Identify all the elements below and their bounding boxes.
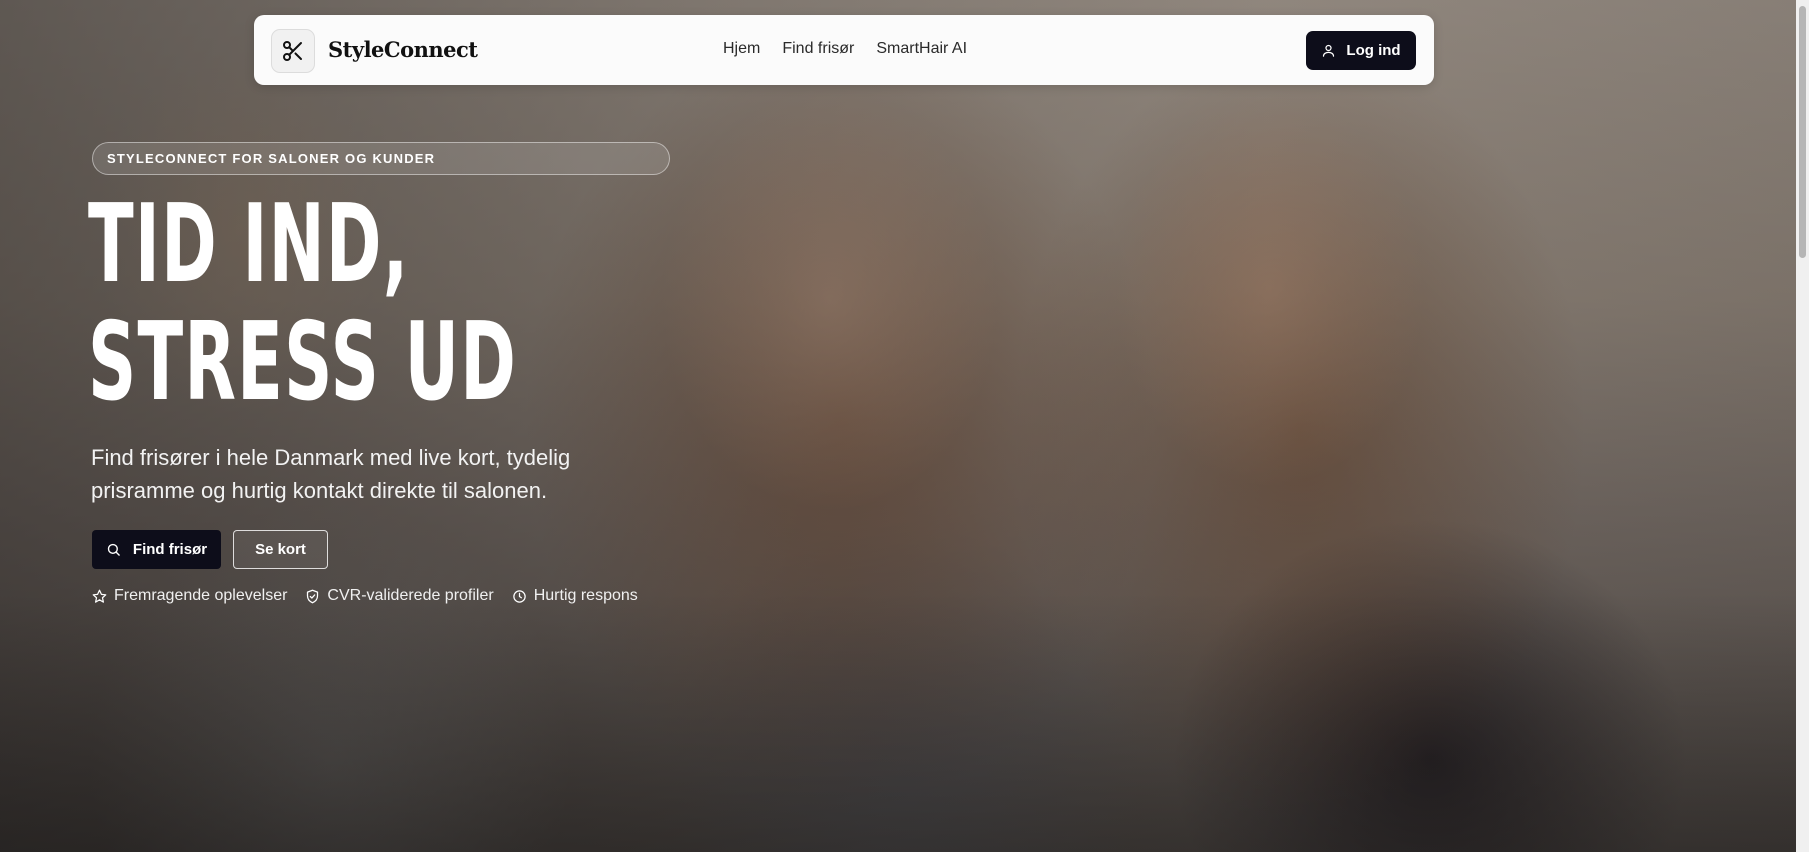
feature-item: CVR-validerede profiler xyxy=(305,587,494,605)
feature-item: Fremragende oplevelser xyxy=(92,587,287,605)
feature-label: Hurtig respons xyxy=(533,587,638,604)
nav-links: Hjem Find frisør SmartHair AI xyxy=(723,40,967,58)
nav-link-hjem[interactable]: Hjem xyxy=(723,40,760,58)
hero-headline-line-1: TID IND, xyxy=(88,182,410,307)
shield-check-icon xyxy=(305,589,320,604)
hero-subtitle: Find frisører i hele Danmark med live ko… xyxy=(91,445,571,503)
hero-overlay-bottom xyxy=(0,592,1809,852)
find-frisor-button[interactable]: Find frisør xyxy=(92,530,221,569)
brand-name[interactable]: StyleConnect xyxy=(328,37,478,62)
hero-eyebrow-badge: STYLECONNECT FOR SALONER OG KUNDER xyxy=(92,142,670,175)
hero-cta-row: Find frisør Se kort xyxy=(92,530,328,569)
se-kort-button[interactable]: Se kort xyxy=(233,530,328,569)
login-button[interactable]: Log ind xyxy=(1306,31,1416,70)
clock-icon xyxy=(512,589,527,604)
feature-label: Fremragende oplevelser xyxy=(114,587,288,604)
search-icon xyxy=(106,542,121,557)
page-scrollbar[interactable] xyxy=(1796,0,1809,852)
page: StyleConnect Hjem Find frisør SmartHair … xyxy=(0,0,1809,852)
logo-scissors-icon[interactable] xyxy=(271,29,315,73)
hero-features: Fremragende oplevelser CVR-validerede pr… xyxy=(92,587,638,605)
user-icon xyxy=(1321,43,1336,58)
scrollbar-thumb[interactable] xyxy=(1799,6,1806,258)
find-frisor-label: Find frisør xyxy=(132,541,208,558)
navbar: StyleConnect Hjem Find frisør SmartHair … xyxy=(254,15,1434,85)
feature-item: Hurtig respons xyxy=(512,587,638,605)
hero-headline: TID IND, STRESS UD xyxy=(88,186,517,422)
feature-label: CVR-validerede profiler xyxy=(327,587,494,604)
nav-link-smarthair-ai[interactable]: SmartHair AI xyxy=(876,40,967,58)
nav-link-find-frisor[interactable]: Find frisør xyxy=(782,40,854,58)
star-icon xyxy=(92,589,107,604)
hero-headline-line-2: STRESS UD xyxy=(88,300,518,425)
login-label: Log ind xyxy=(1346,42,1401,59)
